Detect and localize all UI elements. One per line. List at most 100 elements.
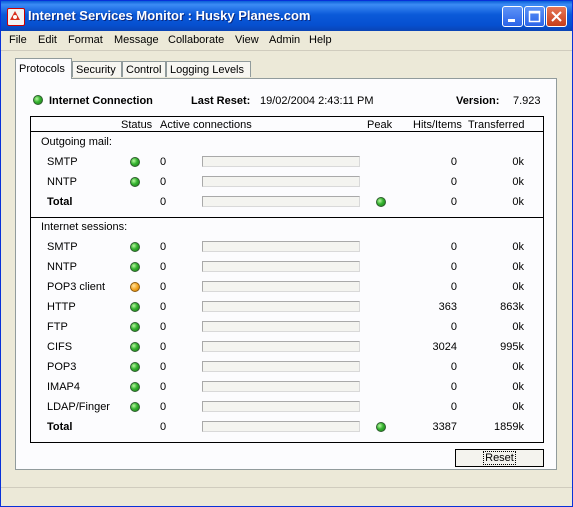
row-transferred: 0k <box>512 176 524 188</box>
row-name: SMTP <box>47 156 78 168</box>
row-transferred: 0k <box>512 196 524 208</box>
row-transferred: 0k <box>512 241 524 253</box>
app-icon[interactable] <box>7 8 25 26</box>
title-bar[interactable]: Internet Services Monitor : Husky Planes… <box>1 1 572 31</box>
column-header-peak: Peak <box>367 119 393 131</box>
row-name: Total <box>47 421 73 433</box>
tab-security[interactable]: Security <box>72 61 122 77</box>
active-connections-bar <box>202 261 360 272</box>
window-title: Internet Services Monitor : Husky Planes… <box>28 8 311 23</box>
row-hits: 3024 <box>432 341 457 353</box>
menu-format[interactable]: Format <box>68 34 103 46</box>
active-connections-bar <box>202 321 360 332</box>
row-name: SMTP <box>47 241 78 253</box>
active-connections-bar <box>202 361 360 372</box>
menu-collaborate[interactable]: Collaborate <box>168 34 224 46</box>
menu-view[interactable]: View <box>235 34 259 46</box>
row-active: 0 <box>160 341 167 353</box>
minimize-icon <box>508 19 515 22</box>
row-hits: 0 <box>450 156 457 168</box>
row-hits: 3387 <box>432 421 457 433</box>
row-active: 0 <box>160 176 167 188</box>
row-name: POP3 <box>47 361 77 373</box>
status-led-icon <box>130 302 140 312</box>
row-hits: 0 <box>450 241 457 253</box>
row-transferred: 0k <box>512 401 524 413</box>
row-active: 0 <box>160 381 167 393</box>
row-transferred: 0k <box>512 281 524 293</box>
row-active: 0 <box>160 261 167 273</box>
menu-file[interactable]: File <box>9 34 27 46</box>
reset-button[interactable]: Reset <box>455 449 544 467</box>
close-icon <box>551 11 562 22</box>
row-active: 0 <box>160 281 167 293</box>
peak-led-icon <box>376 197 386 207</box>
column-header-hits: Hits/Items <box>413 119 462 131</box>
row-hits: 0 <box>450 261 457 273</box>
row-active: 0 <box>160 361 167 373</box>
connection-status-icon <box>33 95 43 105</box>
row-hits: 0 <box>450 361 457 373</box>
row-hits: 0 <box>450 176 457 188</box>
section-divider <box>31 217 543 218</box>
menu-admin[interactable]: Admin <box>269 34 300 46</box>
row-transferred: 1859k <box>494 421 524 433</box>
status-led-icon <box>130 322 140 332</box>
row-name: NNTP <box>47 261 77 273</box>
row-transferred: 0k <box>512 361 524 373</box>
maximize-icon <box>528 10 541 23</box>
status-led-icon <box>130 157 140 167</box>
row-transferred: 0k <box>512 261 524 273</box>
row-active: 0 <box>160 241 167 253</box>
active-connections-bar <box>202 176 360 187</box>
row-hits: 0 <box>450 381 457 393</box>
row-name: IMAP4 <box>47 381 81 393</box>
row-name: POP3 client <box>47 281 106 293</box>
status-led-icon <box>130 382 140 392</box>
sessions-section-title: Internet sessions: <box>41 221 128 233</box>
status-led-icon <box>130 342 140 352</box>
tab-protocols[interactable]: Protocols <box>15 58 72 79</box>
row-name: LDAP/Finger <box>47 401 110 413</box>
menu-help[interactable]: Help <box>309 34 332 46</box>
close-button[interactable] <box>546 6 567 27</box>
row-hits: 363 <box>438 301 457 313</box>
row-transferred: 0k <box>512 381 524 393</box>
row-name: NNTP <box>47 176 77 188</box>
outgoing-section-title: Outgoing mail: <box>41 136 112 148</box>
row-active: 0 <box>160 421 167 433</box>
version-value: 7.923 <box>513 95 541 107</box>
row-active: 0 <box>160 321 167 333</box>
row-hits: 0 <box>450 196 457 208</box>
minimize-button[interactable] <box>502 6 523 27</box>
active-connections-bar <box>202 156 360 167</box>
connection-label: Internet Connection <box>49 95 153 107</box>
menu-message[interactable]: Message <box>114 34 159 46</box>
status-led-icon <box>130 242 140 252</box>
row-name: Total <box>47 196 73 208</box>
row-name: CIFS <box>47 341 73 353</box>
row-name: FTP <box>47 321 68 333</box>
reset-button-label: Reset <box>483 451 516 465</box>
column-header-active: Active connections <box>160 119 252 131</box>
row-active: 0 <box>160 156 167 168</box>
status-led-icon <box>130 262 140 272</box>
row-hits: 0 <box>450 401 457 413</box>
active-connections-bar <box>202 341 360 352</box>
status-led-icon <box>130 177 140 187</box>
column-header-status: Status <box>121 119 153 131</box>
row-name: HTTP <box>47 301 76 313</box>
column-header-transferred: Transferred <box>468 119 525 131</box>
tab-logging-levels[interactable]: Logging Levels <box>166 61 251 77</box>
main-window: Internet Services Monitor : Husky Planes… <box>0 0 573 507</box>
row-hits: 0 <box>450 321 457 333</box>
maximize-button[interactable] <box>524 6 545 27</box>
row-transferred: 863k <box>500 301 524 313</box>
tab-control[interactable]: Control <box>122 61 166 77</box>
row-active: 0 <box>160 196 167 208</box>
status-led-icon <box>130 362 140 372</box>
active-connections-bar <box>202 401 360 412</box>
version-label: Version: <box>456 95 500 107</box>
row-hits: 0 <box>450 281 457 293</box>
menu-edit[interactable]: Edit <box>38 34 57 46</box>
